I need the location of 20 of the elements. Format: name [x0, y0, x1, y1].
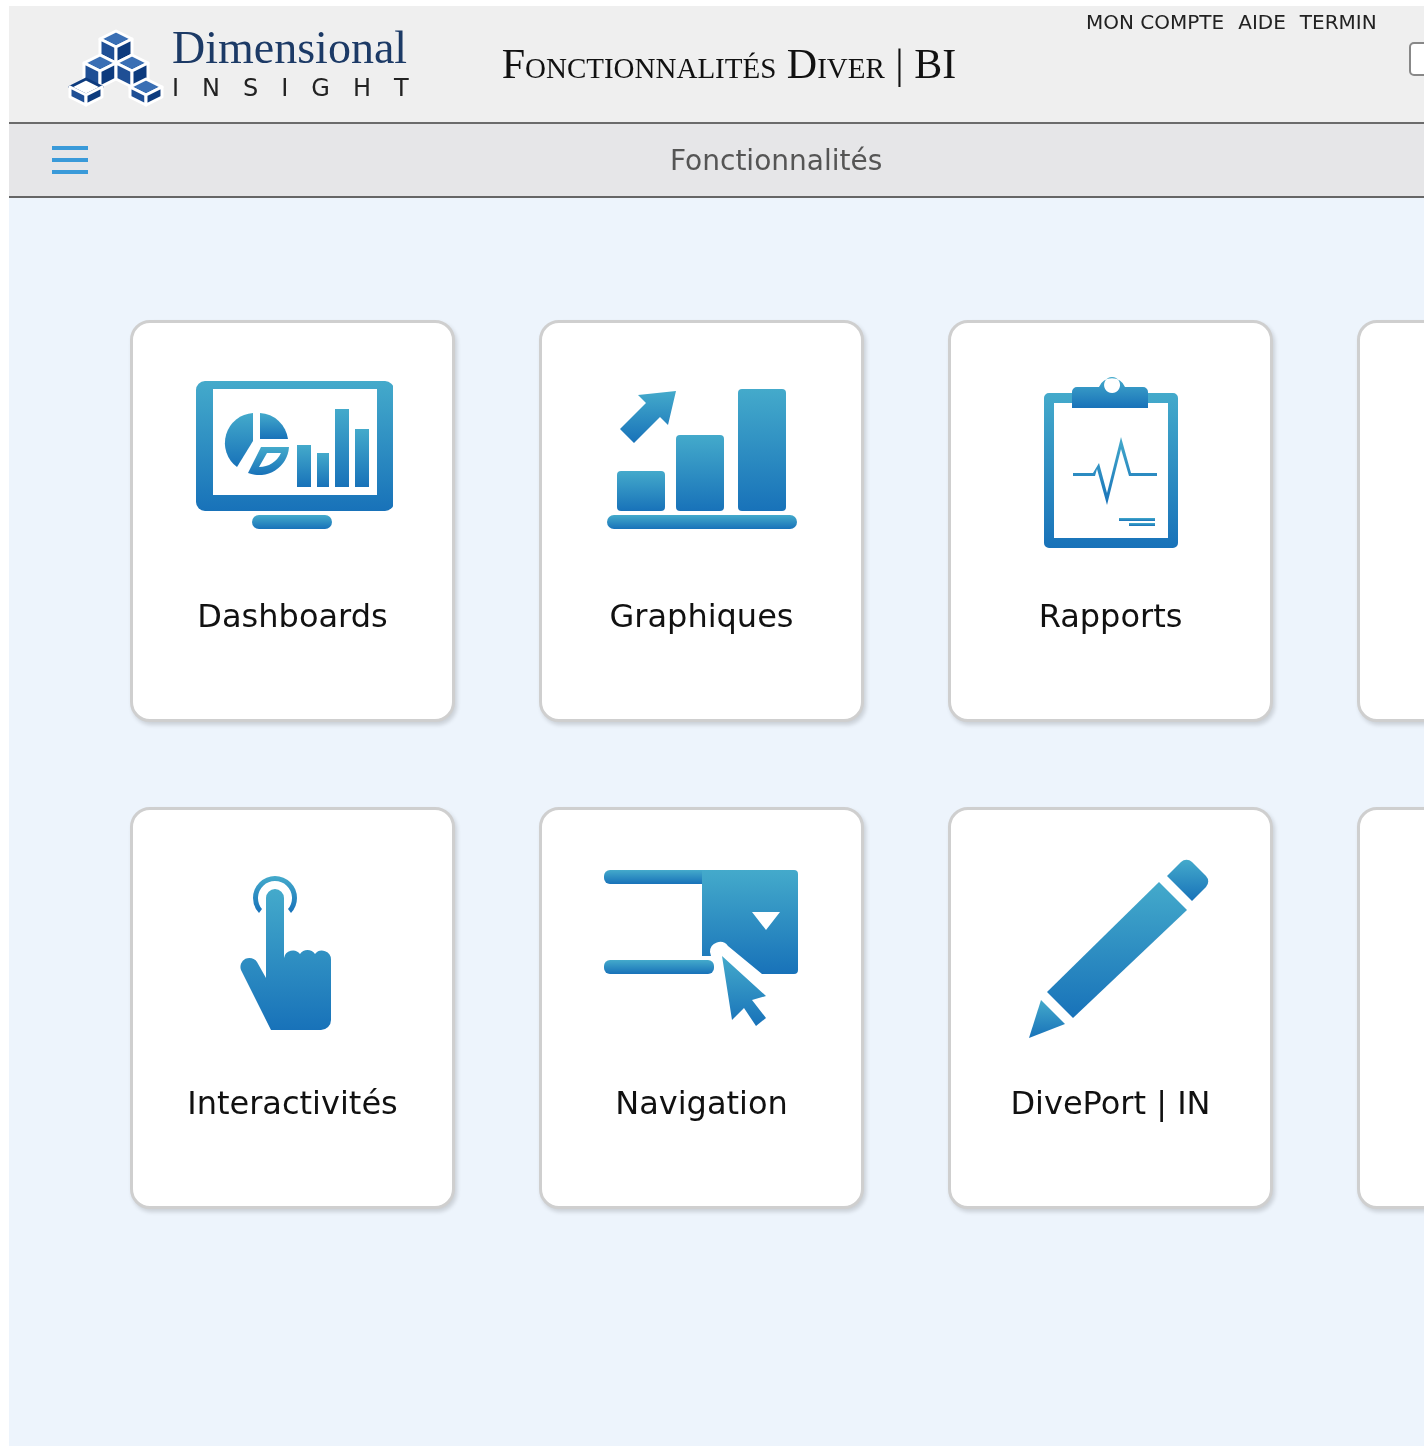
- tile-label: DivePort | IN: [1010, 1084, 1211, 1122]
- feature-tile[interactable]: Navigation: [539, 807, 864, 1209]
- logo-wordmark: Dimensional: [172, 25, 409, 71]
- menu-icon[interactable]: [52, 144, 88, 176]
- tile-label: Navigation: [615, 1084, 788, 1122]
- tile-label: Rapports: [1038, 597, 1183, 635]
- logo-subtitle: INSIGHT: [172, 73, 432, 103]
- feature-tile[interactable]: Interactivités: [130, 807, 455, 1209]
- tile-label: Graphiques: [609, 597, 794, 635]
- section-title: Fonctionnalités: [670, 143, 883, 177]
- header-link[interactable]: MON COMPTE: [1086, 10, 1225, 34]
- feature-tile[interactable]: Rapports: [948, 320, 1273, 722]
- feature-tile[interactable]: Dashboards: [130, 320, 455, 722]
- feature-tile[interactable]: DivePort | IN: [948, 807, 1273, 1209]
- page-title: Fonctionnalités Diver | BI: [501, 40, 957, 88]
- header-link[interactable]: AIDE: [1238, 10, 1286, 34]
- header-link[interactable]: TERMIN: [1299, 10, 1377, 34]
- feature-tile[interactable]: Graphiques: [539, 320, 864, 722]
- tile-label: Dashboards: [197, 597, 388, 635]
- tile-label: Interactivités: [187, 1084, 398, 1122]
